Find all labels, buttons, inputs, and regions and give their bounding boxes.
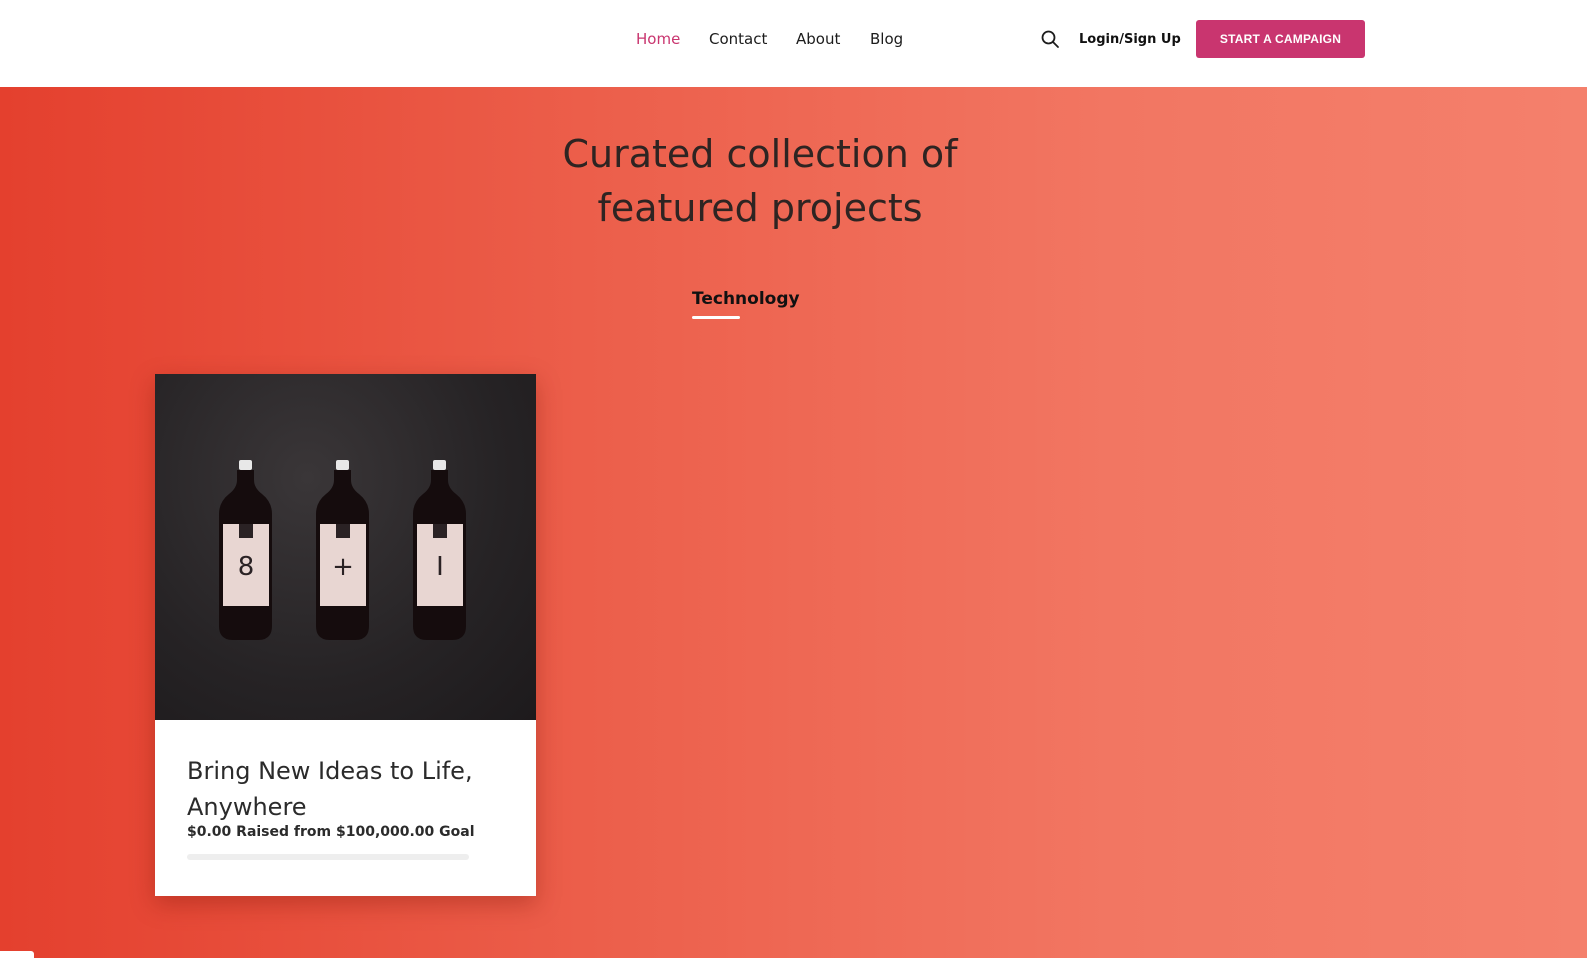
nav-about[interactable]: About — [796, 28, 840, 50]
nav-blog[interactable]: Blog — [870, 28, 903, 50]
bottle-image-2: + — [316, 460, 369, 640]
search-icon[interactable] — [1040, 29, 1060, 49]
login-signup-link[interactable]: Login/Sign Up — [1079, 29, 1181, 51]
svg-text:+: + — [332, 552, 354, 582]
svg-text:8: 8 — [238, 552, 255, 582]
page-title-line-2: featured projects — [597, 186, 923, 230]
site-header: Home Contact About Blog Login/Sign Up ST… — [0, 0, 1587, 87]
bottle-image-1: 8 — [219, 460, 272, 640]
corner-widget-tab[interactable] — [0, 951, 34, 958]
bottle-image-3: I — [413, 460, 466, 640]
active-tab-indicator — [692, 316, 740, 319]
project-image[interactable]: 8 + I — [155, 374, 536, 720]
page-title: Curated collection of featured projects — [480, 127, 1040, 235]
project-card[interactable]: 8 + I Bring New Ideas to Life, Anywhere … — [155, 374, 536, 896]
start-campaign-button[interactable]: START A CAMPAIGN — [1196, 20, 1365, 58]
page-title-line-1: Curated collection of — [562, 132, 958, 176]
featured-projects-section: Curated collection of featured projects … — [0, 87, 1587, 958]
nav-contact[interactable]: Contact — [709, 28, 767, 50]
funding-progress-bar — [187, 854, 469, 860]
tab-technology[interactable]: Technology — [692, 289, 800, 309]
funding-status: $0.00 Raised from $100,000.00 Goal — [187, 824, 475, 840]
nav-home[interactable]: Home — [636, 28, 680, 50]
svg-text:I: I — [436, 552, 444, 582]
project-title[interactable]: Bring New Ideas to Life, Anywhere — [187, 753, 507, 825]
